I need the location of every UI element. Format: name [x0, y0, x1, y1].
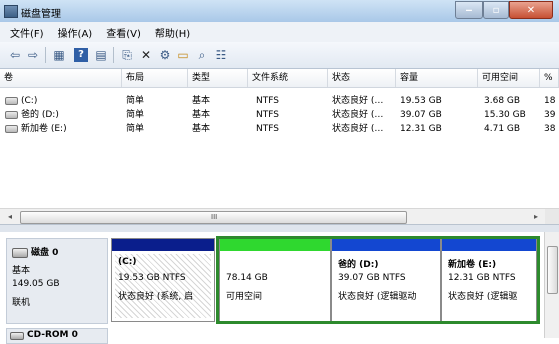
folder-open-icon[interactable]: ▭ [176, 48, 190, 62]
column-layout[interactable]: 布局 [122, 69, 188, 87]
menu-bar: 文件(F) 操作(A) 查看(V) 帮助(H) [0, 22, 559, 42]
type-cell: 基本 [192, 110, 211, 120]
filesystem-cell: NTFS [256, 124, 279, 134]
delete-x-icon[interactable]: ✕ [139, 48, 153, 62]
filesystem-cell: NTFS [256, 110, 279, 120]
toolbar-separator [45, 47, 46, 63]
free-space-cell: 4.71 GB [484, 124, 521, 134]
volume-cell: 新加卷 (E:) [5, 122, 67, 136]
status-cell: 状态良好 (… [332, 124, 384, 134]
type-cell: 基本 [192, 96, 211, 106]
toolbar-separator [113, 47, 114, 63]
close-button[interactable]: ✕ [509, 1, 553, 19]
partition-size: 19.53 GB NTFS [118, 273, 186, 283]
properties-icon[interactable]: ☷ [214, 48, 228, 62]
connect-icon[interactable]: ⚙ [158, 48, 172, 62]
column-filesystem[interactable]: 文件系统 [248, 69, 328, 87]
filesystem-cell: NTFS [256, 96, 279, 106]
partition-c[interactable]: (C:) 19.53 GB NTFS 状态良好 (系统, 启 [111, 238, 215, 322]
column-status[interactable]: 状态 [328, 69, 396, 87]
window-controls: ‒ ▫ ✕ [455, 1, 553, 19]
partition-status: 状态良好 (系统, 启 [118, 292, 194, 302]
magnify-icon[interactable]: ⌕ [195, 48, 209, 62]
scroll-right-icon[interactable]: ▸ [530, 211, 542, 223]
table-row[interactable]: 爸的 (D:) 简单 基本 NTFS 状态良好 (… 39.07 GB 15.3… [0, 108, 559, 122]
free-space-cell: 15.30 GB [484, 110, 526, 120]
disk0-size: 149.05 GB [12, 279, 60, 289]
free-space-cell: 3.68 GB [484, 96, 521, 106]
percent-cell: 38 [544, 124, 556, 134]
layout-cell: 简单 [126, 124, 145, 134]
forward-arrow-icon[interactable]: ⇨ [26, 48, 40, 62]
disk-management-icon [4, 5, 18, 18]
cdrom-icon [10, 332, 24, 340]
percent-cell: 39 [544, 110, 556, 120]
table-row[interactable]: 新加卷 (E:) 简单 基本 NTFS 状态良好 (… 12.31 GB 4.7… [0, 122, 559, 136]
horizontal-scrollbar[interactable]: ◂ III ▸ [0, 208, 559, 225]
grid-icon[interactable]: ▦ [52, 48, 66, 62]
refresh-icon[interactable]: ⎘ [120, 48, 134, 62]
status-cell: 状态良好 (… [332, 110, 384, 120]
volume-icon [5, 96, 18, 105]
maximize-button[interactable]: ▫ [483, 1, 509, 19]
toolbar: ⇦ ⇨ ▦ ? ▤ ⎘ ✕ ⚙ ▭ ⌕ ☷ [0, 42, 559, 69]
menu-help[interactable]: 帮助(H) [155, 25, 190, 40]
disk0-status: 联机 [12, 298, 31, 308]
cdrom-title: CD-ROM 0 [27, 330, 78, 340]
type-cell: 基本 [192, 124, 211, 134]
layout-cell: 简单 [126, 110, 145, 120]
status-cell: 状态良好 (… [332, 96, 384, 106]
scroll-left-icon[interactable]: ◂ [4, 211, 16, 223]
minimize-button[interactable]: ‒ [455, 1, 483, 19]
volume-icon [5, 110, 18, 119]
menu-file[interactable]: 文件(F) [10, 25, 44, 40]
extended-partition-frame [216, 236, 540, 324]
disk-icon [12, 247, 28, 258]
layout-cell: 简单 [126, 96, 145, 106]
menu-action[interactable]: 操作(A) [58, 25, 93, 40]
column-percent[interactable]: % [540, 69, 559, 87]
disk0-title: 磁盘 0 [12, 245, 58, 258]
back-arrow-icon[interactable]: ⇦ [8, 48, 22, 62]
table-row[interactable]: (C:) 简单 基本 NTFS 状态良好 (… 19.53 GB 3.68 GB… [0, 94, 559, 108]
percent-cell: 18 [544, 96, 556, 106]
scroll-thumb[interactable] [547, 246, 558, 294]
column-type[interactable]: 类型 [188, 69, 248, 87]
column-capacity[interactable]: 容量 [396, 69, 478, 87]
scroll-grip: III [211, 213, 218, 221]
volume-cell: 爸的 (D:) [5, 108, 59, 122]
disk0-type: 基本 [12, 266, 31, 276]
capacity-cell: 12.31 GB [400, 124, 442, 134]
volume-list-header: 卷 布局 类型 文件系统 状态 容量 可用空间 % [0, 69, 559, 88]
cdrom0-label[interactable]: CD-ROM 0 [6, 328, 108, 344]
column-volume[interactable]: 卷 [0, 69, 122, 87]
column-free-space[interactable]: 可用空间 [478, 69, 540, 87]
capacity-cell: 39.07 GB [400, 110, 442, 120]
scroll-thumb[interactable]: III [20, 211, 407, 224]
title-bar: 磁盘管理 ‒ ▫ ✕ [0, 0, 559, 22]
volume-cell: (C:) [5, 94, 37, 108]
grid-icon-2[interactable]: ▤ [94, 48, 108, 62]
disk0-label[interactable]: 磁盘 0 基本 149.05 GB 联机 [6, 238, 108, 324]
capacity-cell: 19.53 GB [400, 96, 442, 106]
partition-name: (C:) [118, 257, 137, 267]
partition-bar [112, 239, 214, 251]
menu-view[interactable]: 查看(V) [106, 25, 141, 40]
help-icon[interactable]: ? [74, 48, 88, 62]
window-title: 磁盘管理 [21, 9, 61, 20]
scroll-corner [545, 209, 559, 225]
disk-graphical-view: 磁盘 0 基本 149.05 GB 联机 (C:) 19.53 GB NTFS … [0, 232, 559, 344]
vertical-scrollbar[interactable] [544, 232, 559, 338]
volume-icon [5, 124, 18, 133]
